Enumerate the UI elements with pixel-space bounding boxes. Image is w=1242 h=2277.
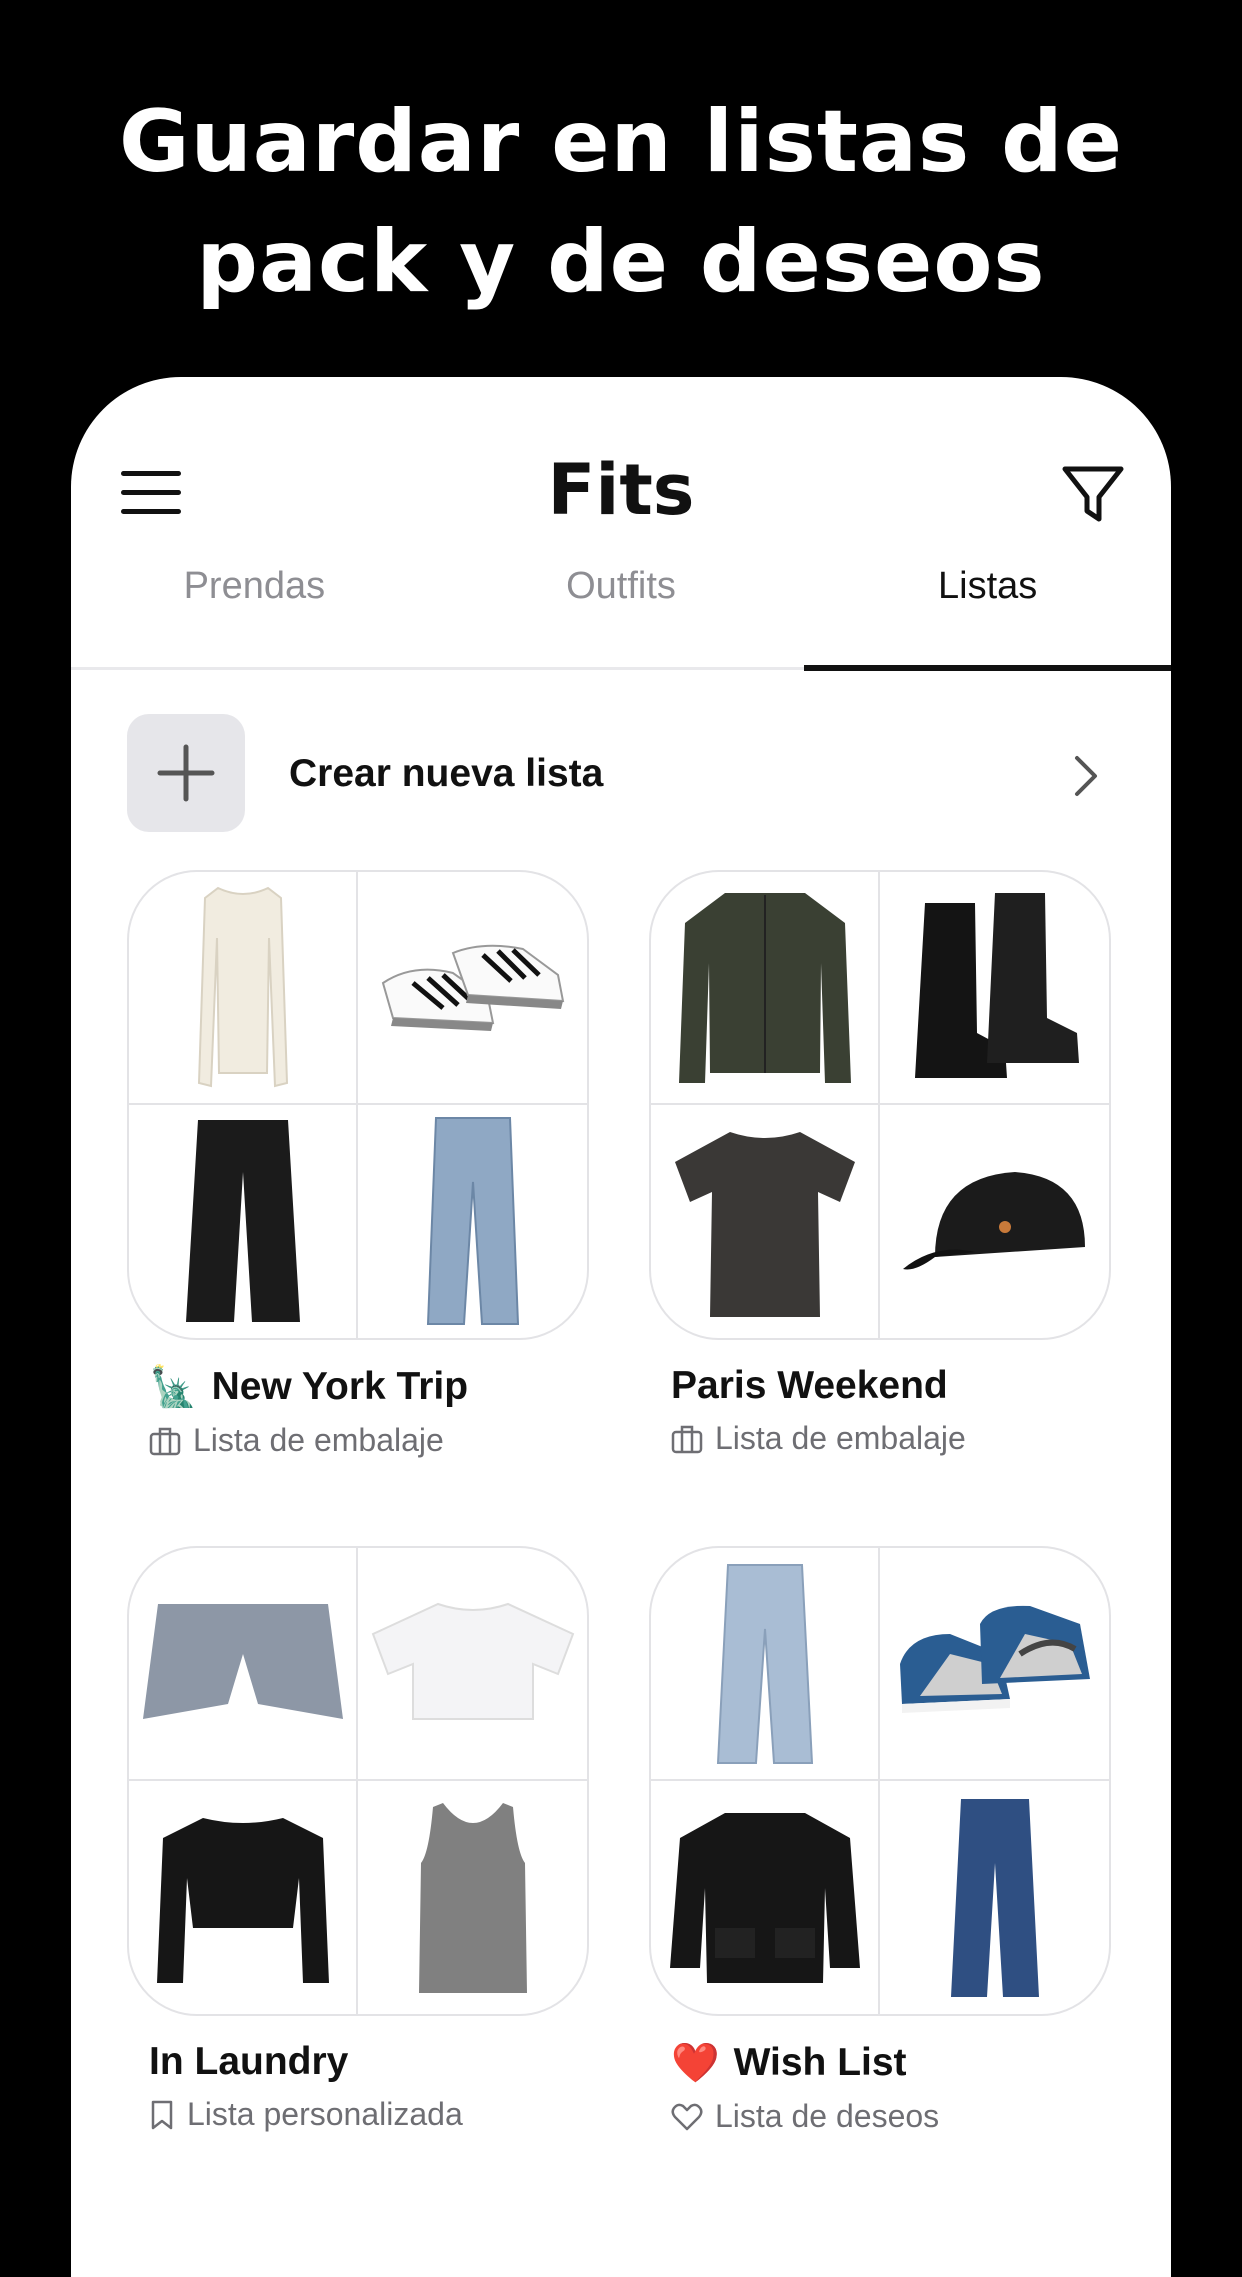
list-type-label: Lista personalizada	[187, 2096, 463, 2132]
tab-bar: Prendas Outfits Listas	[71, 547, 1171, 671]
item-white-crop-tee	[358, 1548, 587, 1781]
item-dark-wash-jeans	[880, 1781, 1109, 2014]
bookmark-icon	[151, 2100, 173, 2129]
list-card-new-york-trip[interactable]: 🗽 New York Trip Lista de embalaje	[127, 870, 593, 1459]
plus-icon[interactable]	[127, 714, 245, 832]
filter-funnel-icon[interactable]	[1059, 461, 1127, 529]
list-name: In Laundry	[149, 2040, 349, 2083]
item-black-wool-jacket	[651, 1781, 880, 2014]
list-name: Wish List	[733, 2041, 907, 2084]
list-collage[interactable]	[649, 1546, 1111, 2016]
item-light-wash-jeans	[358, 1105, 587, 1338]
list-title: Paris Weekend	[671, 1364, 1115, 1408]
item-black-chelsea-boots	[880, 872, 1109, 1105]
list-name: Paris Weekend	[671, 1364, 948, 1407]
item-cream-lace-top	[129, 872, 358, 1105]
top-bar: Fits	[71, 377, 1171, 547]
list-type-label: Lista de deseos	[715, 2098, 940, 2134]
list-type: Lista de embalaje	[671, 1420, 1115, 1457]
list-title: In Laundry	[149, 2040, 593, 2084]
list-collage[interactable]	[127, 870, 589, 1340]
tab-outfits[interactable]: Outfits	[438, 547, 805, 667]
list-type-label: Lista de embalaje	[715, 1420, 966, 1456]
item-black-cap	[880, 1105, 1109, 1338]
create-new-list-row[interactable]: Crear nueva lista	[71, 670, 1171, 870]
list-title: 🗽 New York Trip	[149, 1364, 593, 1410]
item-white-black-sneakers	[358, 872, 587, 1105]
list-card-wish-list[interactable]: ❤️ Wish List Lista de deseos	[649, 1546, 1115, 2135]
create-new-list-label[interactable]: Crear nueva lista	[289, 752, 603, 796]
list-type-label: Lista de embalaje	[193, 1422, 444, 1458]
item-olive-bomber-jacket	[651, 872, 880, 1105]
item-black-crop-sweater	[129, 1781, 358, 2014]
suitcase-icon	[149, 1427, 181, 1455]
list-collage[interactable]	[649, 870, 1111, 1340]
list-emoji: 🗽	[149, 1366, 198, 1409]
list-card-paris-weekend[interactable]: Paris Weekend Lista de embalaje	[649, 870, 1115, 1457]
item-denim-skort	[129, 1548, 358, 1781]
item-charcoal-tshirt	[651, 1105, 880, 1338]
heart-icon	[671, 2103, 703, 2130]
item-grey-tank-top	[358, 1781, 587, 2014]
item-black-leather-pants	[129, 1105, 358, 1338]
tab-prendas[interactable]: Prendas	[71, 547, 438, 667]
list-emoji: ❤️	[671, 2042, 720, 2085]
list-type: Lista personalizada	[149, 2096, 593, 2133]
list-name: New York Trip	[211, 1365, 469, 1408]
list-title: ❤️ Wish List	[671, 2040, 1115, 2086]
list-type: Lista de deseos	[671, 2098, 1115, 2135]
app-screen: Fits Prendas Outfits Listas Crear nueva …	[71, 377, 1171, 2277]
headline-line-1: Guardar en listas de	[118, 92, 1123, 192]
app-title: Fits	[547, 449, 695, 531]
list-type: Lista de embalaje	[149, 1422, 593, 1459]
suitcase-icon	[671, 1425, 703, 1453]
item-blue-high-top-sneakers	[880, 1548, 1109, 1781]
list-collage[interactable]	[127, 1546, 589, 2016]
item-light-straight-jeans	[651, 1548, 880, 1781]
promo-headline: Guardar en listas de pack y de deseos	[0, 82, 1242, 322]
list-card-in-laundry[interactable]: In Laundry Lista personalizada	[127, 1546, 593, 2133]
tab-listas[interactable]: Listas	[804, 547, 1171, 671]
chevron-right-icon[interactable]	[1071, 754, 1101, 798]
headline-line-2: pack y de deseos	[196, 212, 1046, 312]
